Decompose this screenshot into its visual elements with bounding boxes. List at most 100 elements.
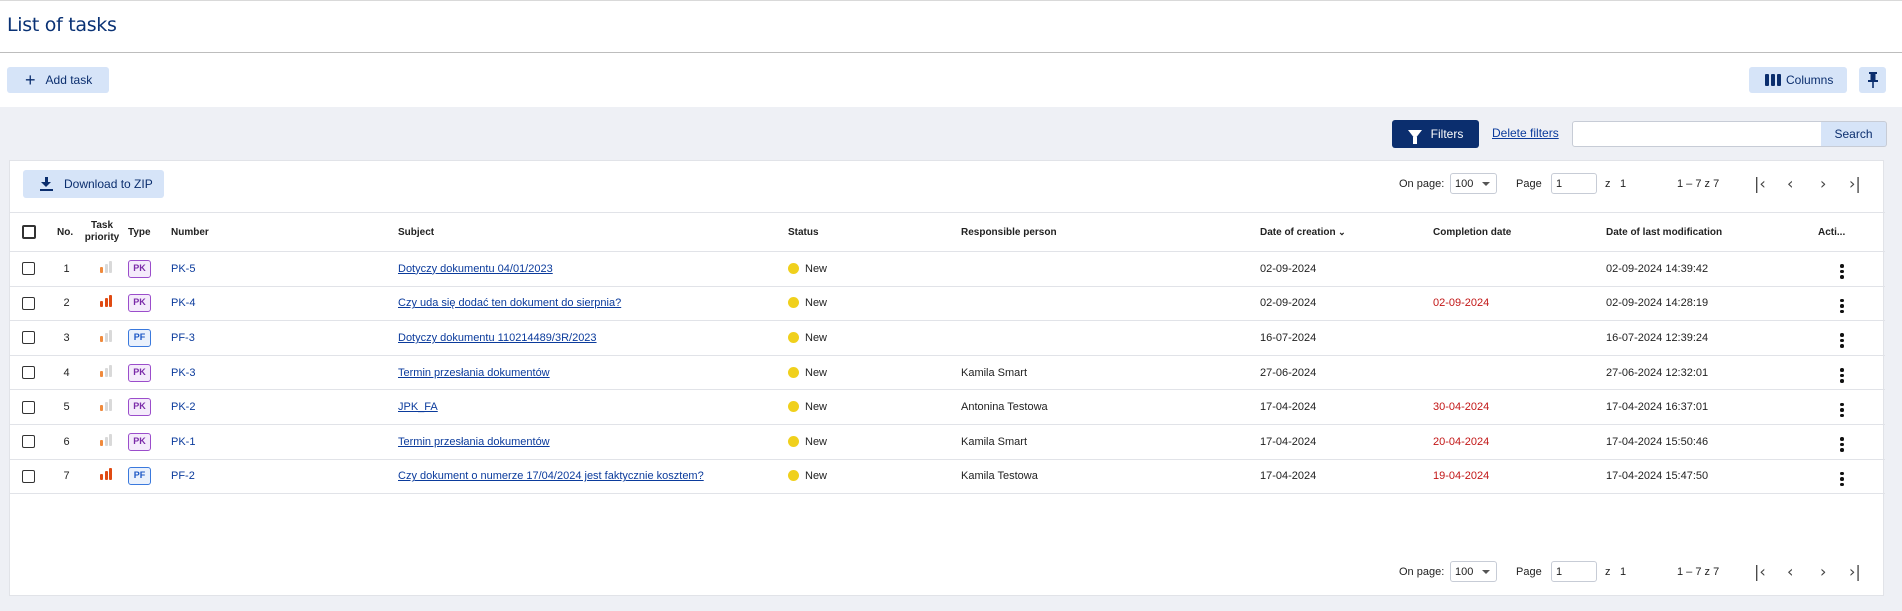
created-cell: 17-04-2024 (1260, 424, 1433, 460)
task-number-link[interactable]: PK-5 (171, 263, 195, 275)
toolbar: + Add task Columns (0, 53, 1902, 107)
subject-link[interactable]: Czy dokument o numerze 17/04/2024 jest f… (398, 470, 704, 482)
created-cell: 02-09-2024 (1260, 286, 1433, 322)
filters-button[interactable]: Filters (1392, 120, 1479, 148)
task-number-link[interactable]: PF-3 (171, 332, 195, 344)
table-row[interactable]: 4 PK PK-3 Termin przesłania dokumentów New Ka… (10, 355, 1885, 391)
priority-icon (100, 468, 112, 481)
table-row[interactable]: 5 PK PK-2 JPK_FA New Antonina Testowa 17-04-20… (10, 389, 1885, 425)
col-actions[interactable]: Acti... (1818, 212, 1885, 252)
subject-cell: Termin przesłania dokumentów (398, 355, 788, 391)
table-row[interactable]: 3 PF PF-3 Dotyczy dokumentu 110214489/3R/20… (10, 320, 1885, 356)
subject-link[interactable]: Termin przesłania dokumentów (398, 367, 550, 379)
col-completion[interactable]: Completion date (1433, 212, 1606, 252)
row-checkbox[interactable] (22, 469, 35, 483)
completion-cell: 02-09-2024 (1433, 286, 1606, 322)
col-subject[interactable]: Subject (398, 212, 788, 252)
first-page-icon[interactable]: |‹ (1754, 562, 1766, 581)
last-page-icon[interactable]: ›| (1849, 174, 1861, 193)
per-page-select[interactable]: 100 (1450, 561, 1497, 582)
completion-cell (1433, 320, 1606, 356)
more-actions-icon[interactable] (1840, 471, 1844, 487)
add-task-label: Add task (45, 73, 93, 87)
per-page-select[interactable]: 100 (1450, 173, 1497, 194)
row-checkbox[interactable] (22, 296, 35, 310)
next-page-icon[interactable]: › (1820, 562, 1826, 581)
col-priority[interactable]: Task priority (76, 212, 128, 252)
page-input[interactable]: 1 (1551, 173, 1597, 194)
subject-link[interactable]: Dotyczy dokumentu 04/01/2023 (398, 263, 553, 275)
row-checkbox[interactable] (22, 331, 35, 345)
search-input[interactable] (1572, 121, 1822, 147)
more-actions-icon[interactable] (1840, 368, 1844, 383)
page-input[interactable]: 1 (1551, 561, 1597, 582)
search-button[interactable]: Search (1821, 121, 1887, 147)
type-badge: PK (128, 363, 151, 382)
table-row[interactable]: 1 PK PK-5 Dotyczy dokumentu 04/01/2023 New 02… (10, 251, 1885, 287)
priority-cell (76, 355, 128, 391)
priority-cell (76, 320, 128, 356)
subject-link[interactable]: Czy uda się dodać ten dokument do sierpn… (398, 297, 621, 309)
next-page-icon[interactable]: › (1820, 174, 1826, 193)
subject-cell: JPK_FA (398, 389, 788, 425)
select-all-cell (10, 212, 57, 252)
row-select-cell (10, 320, 57, 356)
number-cell: PK-4 (171, 286, 398, 322)
tasks-table: No. Task priority Type Number Subject Sta… (10, 212, 1885, 495)
table-row[interactable]: 6 PK PK-1 Termin przesłania dokumentów New Ka… (10, 424, 1885, 460)
actions-cell (1818, 389, 1885, 425)
subject-link[interactable]: Dotyczy dokumentu 110214489/3R/2023 (398, 332, 597, 344)
status-dot-icon (788, 297, 799, 309)
completion-cell (1433, 355, 1606, 391)
created-cell: 02-09-2024 (1260, 251, 1433, 287)
created-cell: 16-07-2024 (1260, 320, 1433, 356)
modified-cell: 02-09-2024 14:39:42 (1606, 251, 1818, 287)
completion-cell: 30-04-2024 (1433, 389, 1606, 425)
status-dot-icon (788, 331, 799, 343)
table-row[interactable]: 7 PF PF-2 Czy dokument o numerze 17/04/2024… (10, 459, 1885, 495)
row-checkbox[interactable] (22, 400, 35, 414)
row-checkbox[interactable] (22, 262, 35, 276)
row-checkbox[interactable] (22, 366, 35, 380)
col-no[interactable]: No. (57, 212, 76, 252)
more-actions-icon[interactable] (1840, 333, 1844, 348)
col-number[interactable]: Number (171, 212, 398, 252)
row-checkbox[interactable] (22, 435, 35, 449)
task-number-link[interactable]: PK-4 (171, 297, 195, 309)
task-number-link[interactable]: PK-1 (171, 436, 195, 448)
task-number-link[interactable]: PK-2 (171, 401, 195, 413)
pin-button[interactable] (1859, 67, 1886, 93)
col-type[interactable]: Type (128, 212, 171, 252)
tasks-panel: Download to ZIP On page: 100 Page 1 z 1 … (9, 160, 1885, 596)
modified-cell: 02-09-2024 14:28:19 (1606, 286, 1818, 322)
status-text: New (805, 435, 828, 448)
more-actions-icon[interactable] (1840, 264, 1844, 279)
more-actions-icon[interactable] (1840, 402, 1844, 418)
last-page-icon[interactable]: ›| (1849, 562, 1861, 581)
prev-page-icon[interactable]: ‹ (1787, 174, 1793, 193)
table-row[interactable]: 2 PK PK-4 Czy uda się dodać ten dokument do… (10, 286, 1885, 322)
sort-desc-icon: ⌄ (1335, 226, 1346, 237)
responsible-cell (961, 320, 1260, 356)
col-responsible[interactable]: Responsible person (961, 212, 1260, 252)
columns-button[interactable]: Columns (1749, 67, 1847, 93)
more-actions-icon[interactable] (1840, 298, 1844, 314)
first-page-icon[interactable]: |‹ (1754, 174, 1766, 193)
task-number-link[interactable]: PF-2 (171, 470, 195, 482)
task-number-link[interactable]: PK-3 (171, 367, 195, 379)
add-task-button[interactable]: + Add task (7, 67, 109, 93)
responsible-cell: Kamila Smart (961, 424, 1260, 460)
row-number: 4 (57, 355, 76, 391)
col-modified[interactable]: Date of last modification (1606, 212, 1818, 252)
subject-link[interactable]: Termin przesłania dokumentów (398, 436, 550, 448)
col-created[interactable]: Date of creation ⌄ (1260, 212, 1433, 252)
of-label: z (1605, 178, 1611, 190)
prev-page-icon[interactable]: ‹ (1787, 562, 1793, 581)
select-all-checkbox[interactable] (22, 225, 36, 239)
more-actions-icon[interactable] (1840, 437, 1844, 452)
status-text: New (805, 262, 828, 275)
col-status[interactable]: Status (788, 212, 961, 252)
completion-cell: 20-04-2024 (1433, 424, 1606, 460)
delete-filters-link[interactable]: Delete filters (1492, 126, 1559, 140)
subject-link[interactable]: JPK_FA (398, 401, 438, 413)
